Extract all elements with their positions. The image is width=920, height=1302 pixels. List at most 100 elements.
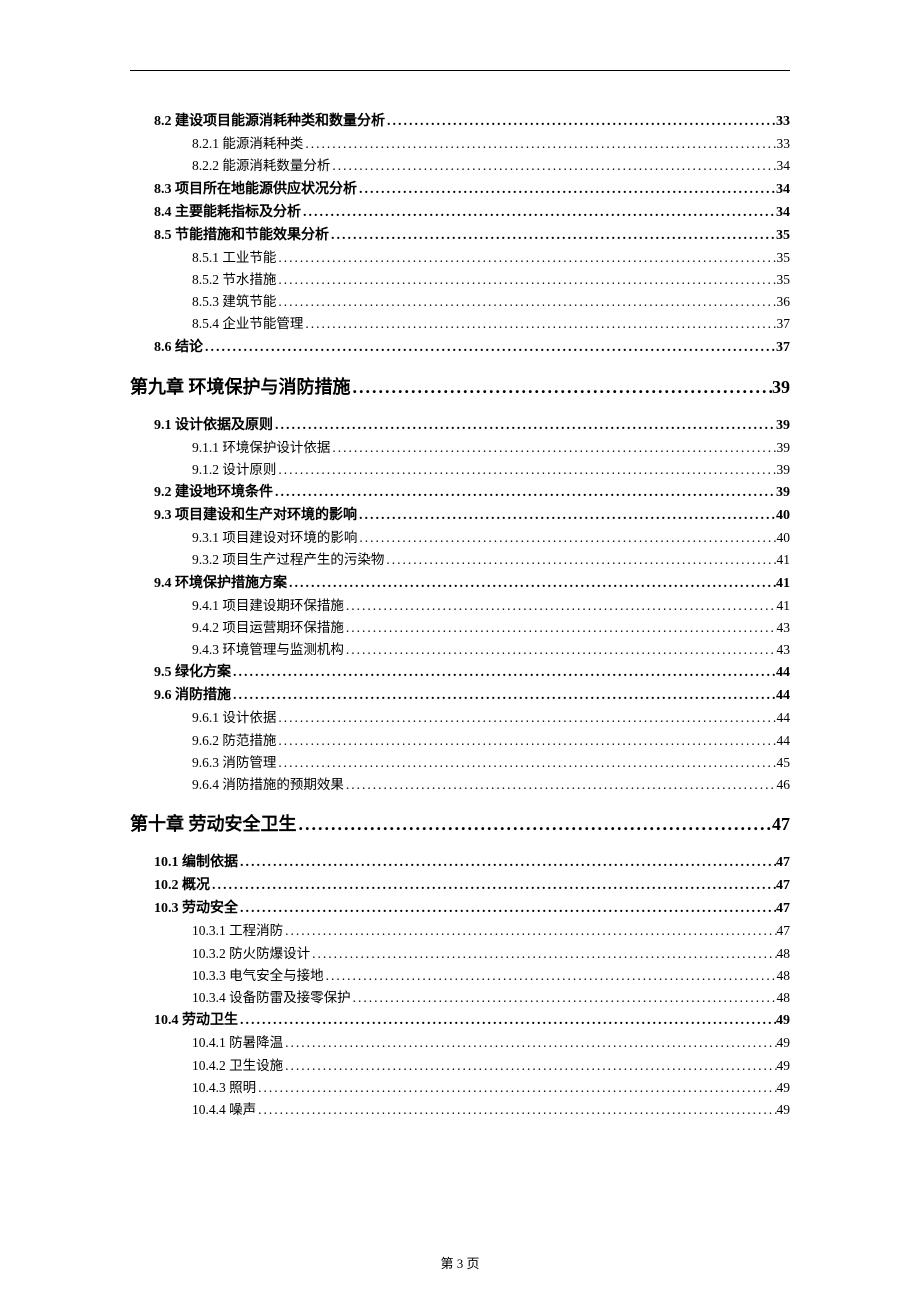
toc-entry-title: 8.3 项目所在地能源供应状况分析: [154, 179, 357, 200]
toc-entry-title: 10.3 劳动安全: [154, 898, 238, 919]
toc-entry-title: 9.5 绿化方案: [154, 662, 231, 683]
toc-entry: 第九章 环境保护与消防措施...........................…: [130, 374, 790, 401]
toc-entry-page: 34: [776, 202, 790, 223]
toc-entry-page: 33: [777, 134, 791, 154]
toc-entry-page: 45: [777, 753, 791, 773]
toc-entry-page: 48: [777, 944, 791, 964]
toc-leader-dots: ........................................…: [283, 1056, 776, 1076]
toc-entry-page: 41: [777, 596, 791, 616]
toc-entry-title: 9.6.1 设计依据: [192, 708, 276, 728]
toc-leader-dots: ........................................…: [357, 179, 776, 200]
toc-entry: 8.5.3 建筑节能..............................…: [130, 292, 790, 312]
toc-leader-dots: ........................................…: [276, 731, 776, 751]
toc-leader-dots: ........................................…: [273, 482, 776, 503]
toc-entry-page: 47: [777, 921, 791, 941]
toc-leader-dots: ........................................…: [273, 415, 776, 436]
toc-entry-page: 36: [777, 292, 791, 312]
toc-entry-title: 9.4.1 项目建设期环保措施: [192, 596, 344, 616]
toc-leader-dots: ........................................…: [351, 374, 773, 401]
toc-leader-dots: ........................................…: [329, 225, 776, 246]
toc-entry-page: 39: [772, 374, 790, 401]
toc-entry: 8.5 节能措施和节能效果分析.........................…: [130, 225, 790, 246]
toc-entry-page: 35: [776, 225, 790, 246]
toc-leader-dots: ........................................…: [330, 438, 776, 458]
toc-leader-dots: ........................................…: [287, 573, 776, 594]
toc-entry-title: 8.4 主要能耗指标及分析: [154, 202, 301, 223]
toc-leader-dots: ........................................…: [210, 875, 776, 896]
toc-leader-dots: ........................................…: [256, 1100, 776, 1120]
toc-entry: 10.4.1 防暑降温.............................…: [130, 1033, 790, 1053]
toc-entry-page: 48: [777, 966, 791, 986]
toc-entry-page: 40: [776, 505, 790, 526]
toc-leader-dots: ........................................…: [283, 1033, 776, 1053]
page-footer: 第 3 页: [0, 1253, 920, 1272]
toc-leader-dots: ........................................…: [238, 1010, 776, 1031]
toc-entry-page: 44: [777, 708, 791, 728]
toc-entry-page: 41: [777, 550, 791, 570]
toc-leader-dots: ........................................…: [238, 898, 776, 919]
toc-leader-dots: ........................................…: [351, 988, 777, 1008]
toc-leader-dots: ........................................…: [256, 1078, 776, 1098]
toc-entry: 9.6.3 消防管理..............................…: [130, 753, 790, 773]
toc-entry-page: 46: [777, 775, 791, 795]
toc-entry: 8.5.2 节水措施..............................…: [130, 270, 790, 290]
toc-leader-dots: ........................................…: [283, 921, 776, 941]
toc-entry-title: 10.1 编制依据: [154, 852, 238, 873]
toc-entry: 9.4.1 项目建设期环保措施.........................…: [130, 596, 790, 616]
toc-entry-page: 44: [776, 662, 790, 683]
toc-leader-dots: ........................................…: [324, 966, 777, 986]
toc-entry-page: 33: [776, 111, 790, 132]
toc-entry: 10.3.4 设备防雷及接零保护........................…: [130, 988, 790, 1008]
toc-entry-page: 37: [777, 314, 791, 334]
toc-entry-page: 39: [776, 415, 790, 436]
toc-entry: 9.6.4 消防措施的预期效果.........................…: [130, 775, 790, 795]
toc-entry-page: 47: [776, 898, 790, 919]
toc-entry: 9.2 建设地环境条件.............................…: [130, 482, 790, 503]
toc-entry-title: 9.6.3 消防管理: [192, 753, 276, 773]
toc-entry-page: 49: [777, 1056, 791, 1076]
toc-leader-dots: ........................................…: [297, 811, 773, 838]
toc-entry-page: 44: [776, 685, 790, 706]
header-divider: [130, 70, 790, 71]
toc-entry: 10.4.2 卫生设施.............................…: [130, 1056, 790, 1076]
toc-entry-page: 37: [776, 337, 790, 358]
toc-entry-page: 34: [777, 156, 791, 176]
toc-entry-title: 9.3.1 项目建设对环境的影响: [192, 528, 357, 548]
toc-entry-page: 35: [777, 248, 791, 268]
toc-entry: 8.2.2 能源消耗数量分析..........................…: [130, 156, 790, 176]
toc-leader-dots: ........................................…: [276, 753, 776, 773]
toc-leader-dots: ........................................…: [238, 852, 776, 873]
toc-entry-title: 8.5.1 工业节能: [192, 248, 276, 268]
toc-leader-dots: ........................................…: [330, 156, 776, 176]
toc-entry-page: 47: [776, 875, 790, 896]
toc-entry-page: 39: [776, 482, 790, 503]
toc-entry-page: 47: [776, 852, 790, 873]
toc-entry-title: 9.4.2 项目运营期环保措施: [192, 618, 344, 638]
toc-entry: 8.6 结论..................................…: [130, 337, 790, 358]
toc-entry-title: 9.1.2 设计原则: [192, 460, 276, 480]
toc-entry: 8.3 项目所在地能源供应状况分析.......................…: [130, 179, 790, 200]
toc-entry: 9.3.2 项目生产过程产生的污染物......................…: [130, 550, 790, 570]
table-of-contents: 8.2 建设项目能源消耗种类和数量分析.....................…: [130, 111, 790, 1120]
toc-entry: 9.5 绿化方案................................…: [130, 662, 790, 683]
toc-entry: 10.3.3 电气安全与接地..........................…: [130, 966, 790, 986]
toc-entry-page: 49: [777, 1078, 791, 1098]
toc-entry: 8.5.4 企业节能管理............................…: [130, 314, 790, 334]
toc-entry-title: 10.4.2 卫生设施: [192, 1056, 283, 1076]
toc-entry-title: 8.6 结论: [154, 337, 203, 358]
toc-leader-dots: ........................................…: [344, 640, 777, 660]
toc-entry-title: 10.3.3 电气安全与接地: [192, 966, 324, 986]
toc-entry: 8.4 主要能耗指标及分析...........................…: [130, 202, 790, 223]
toc-entry-page: 49: [777, 1033, 791, 1053]
toc-entry-page: 44: [777, 731, 791, 751]
toc-entry: 9.4.3 环境管理与监测机构.........................…: [130, 640, 790, 660]
toc-entry-page: 35: [777, 270, 791, 290]
toc-leader-dots: ........................................…: [357, 528, 776, 548]
toc-entry: 9.6 消防措施................................…: [130, 685, 790, 706]
toc-entry-title: 8.5.2 节水措施: [192, 270, 276, 290]
toc-entry-title: 10.4 劳动卫生: [154, 1010, 238, 1031]
toc-leader-dots: ........................................…: [385, 111, 776, 132]
toc-entry-title: 第九章 环境保护与消防措施: [130, 374, 351, 401]
toc-leader-dots: ........................................…: [203, 337, 776, 358]
toc-entry-page: 49: [777, 1100, 791, 1120]
